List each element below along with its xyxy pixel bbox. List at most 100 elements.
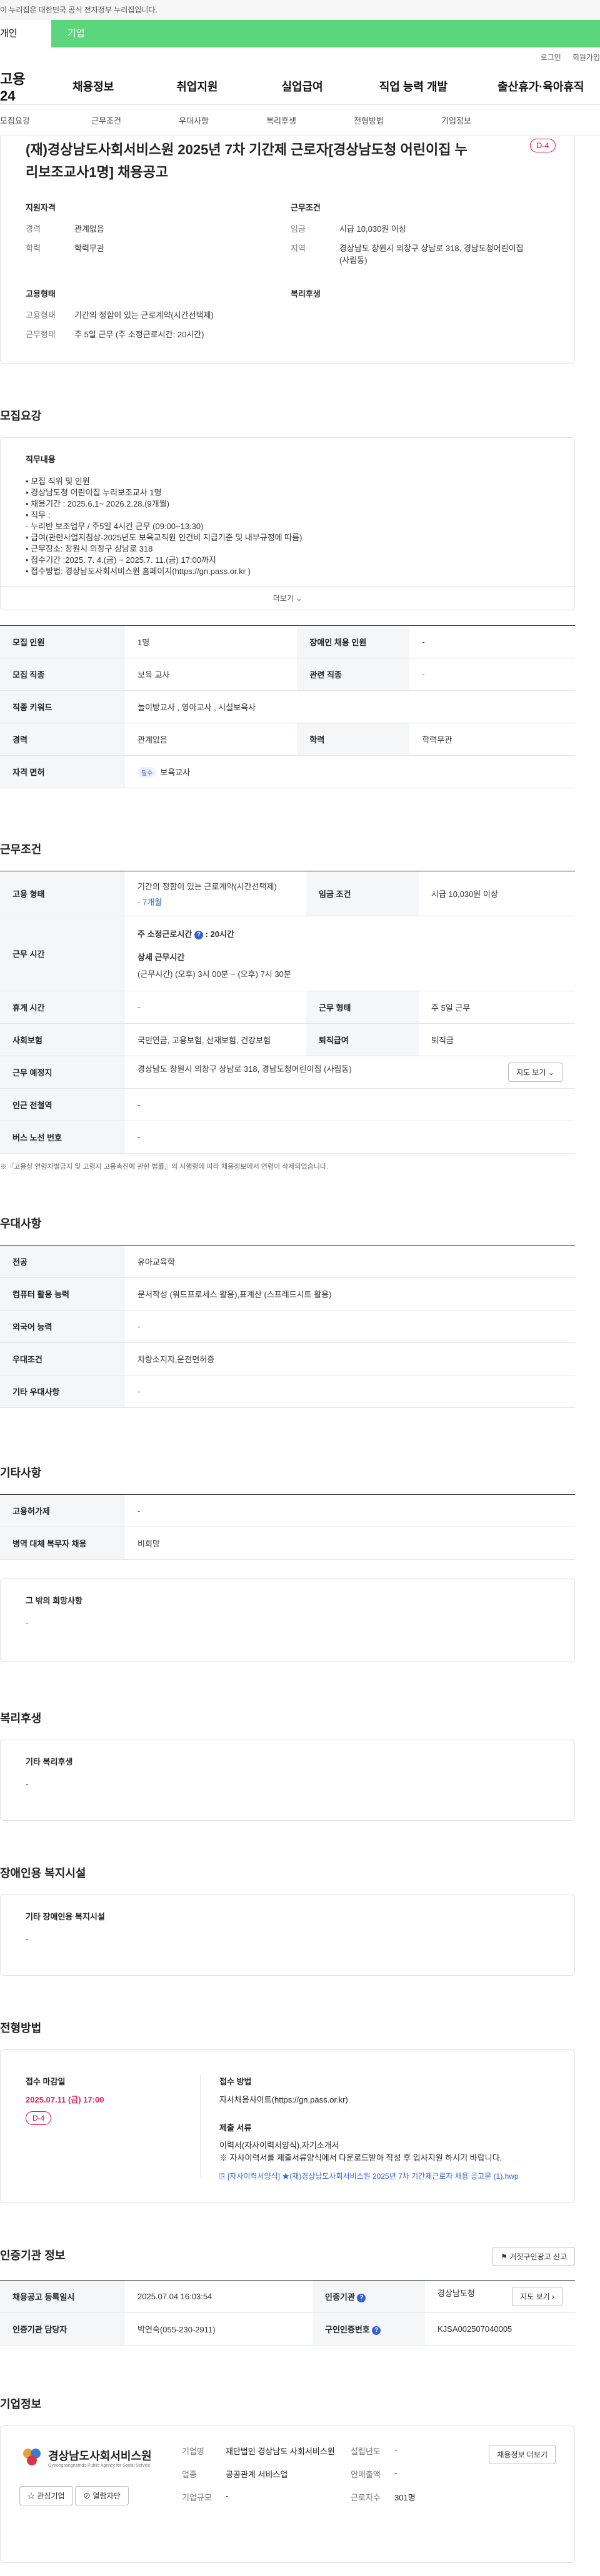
info-icon[interactable]: ? (372, 2326, 381, 2335)
label: 기업명 (182, 2447, 204, 2456)
value: 주 5일 근무 (주 소정근로시간: 20시간) (74, 330, 204, 339)
th: 근무 형태 (306, 991, 419, 1024)
emp-heading: 고용형태 (26, 289, 56, 299)
info-icon[interactable]: ? (194, 930, 203, 939)
td: - (125, 1375, 575, 1408)
th: 인증기관 담당자 (0, 2312, 125, 2346)
td: 기간의 정함이 있는 근로계약(시간선택제) - 7개월 (125, 871, 306, 916)
box-value: - (26, 1618, 29, 1627)
gov-banner: 이 누리집은 대한민국 공식 전자정부 누리집입니다. (0, 0, 600, 20)
th: 채용공고 등록일시 (0, 2280, 125, 2313)
signup-link[interactable]: 회원가입 (572, 53, 600, 62)
value: 공공관계 서비스업 (226, 2470, 288, 2479)
desc-line: • 경상남도청 어린이집 누리보조교사 1명 (26, 488, 162, 497)
dday-badge: D-4 (26, 2111, 52, 2125)
section-title: 장애인용 복지시설 (0, 1867, 86, 1880)
anchor-recruit[interactable]: 모집요강 (0, 114, 62, 126)
label: 지역 (291, 244, 306, 253)
main-nav: 고용24 채용정보 취업지원 실업급여 직업 능력 개발 출산휴가·육아휴직 (0, 67, 600, 105)
th: 경력 (0, 723, 125, 756)
th: 장애인 채용 인원 (297, 625, 410, 658)
required-badge: 필수 (138, 767, 157, 778)
td: - (409, 658, 575, 691)
anchor-work[interactable]: 근무조건 (62, 114, 150, 126)
dday-badge: D-4 (529, 139, 556, 152)
other-wish-box: 그 밖의 희망사항 - (0, 1578, 575, 1662)
desc-line: • 모집 직위 및 인원 (26, 477, 90, 486)
label: 고용형태 (26, 310, 56, 320)
anchor-welfare[interactable]: 복리후생 (238, 114, 325, 126)
company-emblem-icon (23, 2449, 41, 2465)
td: - (125, 1088, 575, 1121)
method-value: 자사채용사이트(https://gn.pass.or.kr) (219, 2095, 348, 2104)
td: - (125, 991, 306, 1024)
anchor-screening[interactable]: 전형방법 (325, 114, 412, 126)
screening-box: 접수 마감일 2025.07.11 (금) 17:00 D-4 접수 방법 자사… (0, 2049, 575, 2203)
deadline-label: 접수 마감일 (26, 2077, 66, 2086)
desc-line: • 채용기간 : 2025.6.1~ 2026.2.28.(9개월) (26, 499, 169, 508)
td: 보육 교사 (125, 658, 298, 691)
section-title: 우대사항 (0, 1217, 42, 1230)
company-jobs-button[interactable]: 채용정보 더보기 (489, 2445, 556, 2464)
th: 인근 전철역 (0, 1088, 125, 1121)
weekly-hours-label: 주 소정근로시간 (138, 929, 192, 939)
box-title: 직무내용 (26, 455, 56, 464)
th: 기타 우대사항 (0, 1375, 125, 1408)
th: 모집 인원 (0, 625, 125, 658)
td: - (125, 1121, 575, 1154)
fav-label: 관심기업 (37, 2492, 65, 2500)
map-label: 지도 보기 (516, 1068, 546, 1077)
site-logo[interactable]: 고용24 (0, 68, 38, 104)
section-title: 모집요강 (0, 410, 42, 422)
th: 근무 예정지 (0, 1056, 125, 1089)
logo-text: 경상남도사회서비스원 (48, 2449, 152, 2462)
th: 버스 노선 번호 (0, 1121, 125, 1154)
anchor-company[interactable]: 기업정보 (412, 114, 500, 126)
tab-individual[interactable]: 개인 (0, 20, 51, 47)
attachment-link[interactable]: ⎘ [자사이력서양식] ★(재)경상남도사회서비스원 2025년 7차 기간제근… (219, 2171, 549, 2181)
util-links: 로그인 회원가입 (0, 47, 600, 67)
block-button[interactable]: ⊘ 열람차단 (75, 2486, 129, 2505)
qual-heading: 지원자격 (26, 203, 56, 212)
nav-jobs[interactable]: 채용정보 (72, 78, 114, 94)
td: - (409, 625, 575, 658)
td: 필수 보육교사 (125, 755, 575, 788)
th: 모집 직종 (0, 658, 125, 691)
logo-sub: Gyeongsangnamdo Public Agency for Social… (48, 2463, 151, 2468)
method-col: 접수 방법 자사채용사이트(https://gn.pass.or.kr) 제출 … (201, 2075, 549, 2181)
report-button[interactable]: ⚑ 거짓구인광고 신고 (492, 2247, 575, 2266)
anchor-prefer[interactable]: 우대사항 (150, 114, 238, 126)
box-value: - (26, 1779, 29, 1788)
info-icon[interactable]: ? (357, 2293, 366, 2302)
map-button[interactable]: 지도 보기 ⌄ (508, 1063, 562, 1082)
favorite-button[interactable]: ☆ 관심기업 (19, 2486, 73, 2505)
td: KJSA002507040005 (425, 2312, 575, 2346)
nav-employment-support[interactable]: 취업지원 (176, 78, 218, 94)
agency-value: 경상남도청 (438, 2289, 475, 2298)
label: 학력 (26, 244, 41, 253)
nav-parental-leave[interactable]: 출산휴가·육아휴직 (498, 78, 584, 94)
place-value: 경상남도 창원시 의창구 상남로 318, 경남도청어린이집 (사림동) (138, 1064, 352, 1074)
age-note: ※『고용상 연령차별금지 및 고령자 고용촉진에 관한 법률』의 시행령에 따라… (0, 1163, 329, 1171)
value: 경상남도 창원시 의창구 상남로 318, 경남도청어린이집(사림동) (339, 244, 524, 265)
disability-box: 기타 장애인용 복지시설 - (0, 1895, 575, 1976)
agency-map-button[interactable]: 지도 보기 › (512, 2287, 562, 2306)
th: 사회보험 (0, 1023, 125, 1056)
more-button[interactable]: 더보기 ⌄ (1, 586, 574, 610)
report-icon: ⚑ (501, 2252, 508, 2261)
nav-training[interactable]: 직업 능력 개발 (379, 78, 448, 94)
th: 고용 형태 (0, 871, 125, 916)
docs-note: ※ 자사이력서를 제출서류양식에서 다운로드받아 작성 후 입사지원 하시기 바… (219, 2153, 502, 2162)
etc-table: 고용허가제 - 병역 대체 복무자 채용 비희망 (0, 1494, 575, 1560)
th: 근무 시간 (0, 916, 125, 991)
welfare-box: 기타 복리후생 - (0, 1740, 575, 1821)
login-link[interactable]: 로그인 (541, 53, 561, 62)
agency-table: 채용공고 등록일시 2025.07.04 16:03:54 인증기관 ? 경상남도청 지… (0, 2280, 575, 2346)
th: 컴퓨터 활용 능력 (0, 1277, 125, 1310)
th: 인증기관 ? (312, 2280, 425, 2313)
th: 우대조건 (0, 1342, 125, 1375)
td: 주 5일 근무 (419, 991, 575, 1024)
tab-company[interactable]: 기업 (51, 20, 600, 47)
nav-unemployment[interactable]: 실업급여 (282, 78, 323, 94)
label: 근로자수 (351, 2493, 381, 2502)
